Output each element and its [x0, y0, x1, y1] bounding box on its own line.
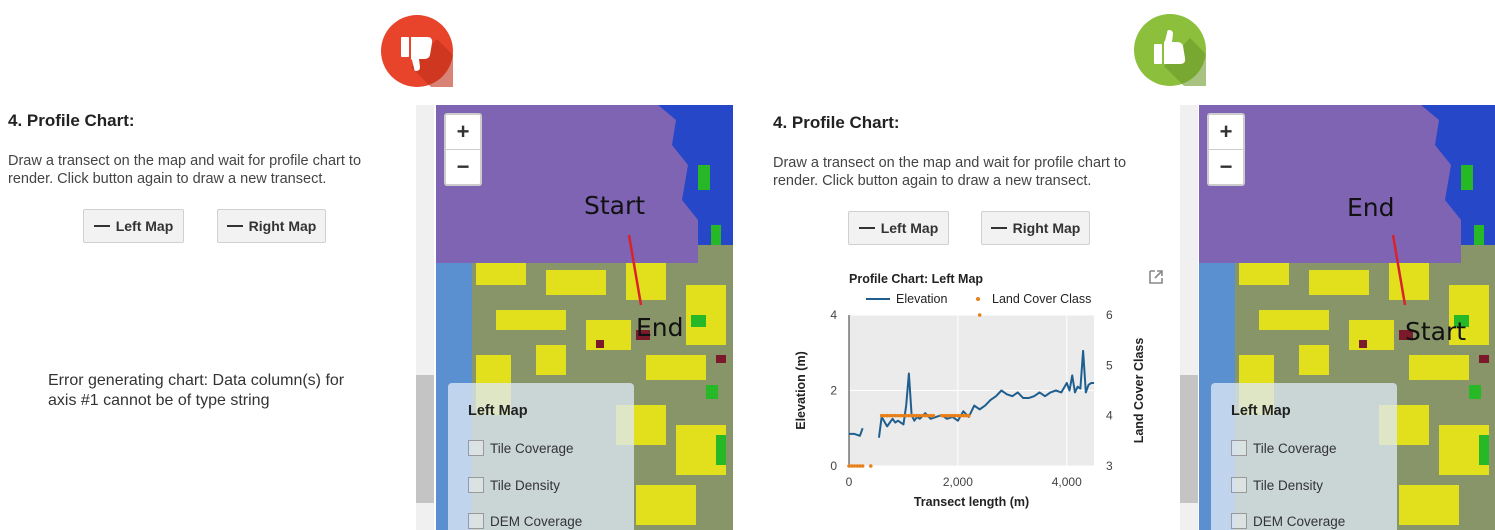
legend-item-label: DEM Coverage	[1253, 513, 1346, 529]
x-tick-label: 4,000	[1052, 475, 1082, 489]
layer-legend: Left Map Tile Coverage Tile Density DEM …	[1211, 383, 1397, 530]
checkbox[interactable]	[468, 477, 484, 493]
x-axis-title: Transect length (m)	[914, 495, 1029, 509]
legend-item-dem-coverage[interactable]: DEM Coverage	[1231, 513, 1345, 529]
y-tick-label: 0	[830, 459, 837, 473]
land-cover-point	[860, 464, 865, 468]
transect-start-label: Start	[584, 191, 646, 220]
y2-axis-title: Land Cover Class	[1132, 338, 1146, 444]
transect-start-label: Start	[1405, 317, 1467, 346]
legend-item-label: Tile Coverage	[490, 440, 574, 456]
x-tick-label: 2,000	[943, 475, 973, 489]
y2-tick-label: 5	[1106, 358, 1113, 372]
open-in-new-icon[interactable]	[1147, 268, 1165, 286]
panel-title: 4. Profile Chart:	[8, 111, 135, 130]
zoom-out-button[interactable]: −	[1209, 149, 1243, 184]
right-map-button[interactable]: Right Map	[981, 211, 1090, 245]
right-map[interactable]: + − End Start Left Map Tile Coverage Til…	[1199, 105, 1495, 530]
checkbox[interactable]	[1231, 477, 1247, 493]
land-cover-point	[966, 413, 971, 418]
panel-title: 4. Profile Chart:	[773, 113, 900, 132]
line-icon	[93, 225, 110, 227]
y2-tick-label: 6	[1106, 308, 1113, 322]
checkbox[interactable]	[468, 513, 484, 529]
right-map-button[interactable]: Right Map	[217, 209, 326, 243]
chart-error-message: Error generating chart: Data column(s) f…	[48, 372, 345, 409]
y-tick-label: 2	[830, 384, 837, 398]
zoom-in-button[interactable]: +	[446, 115, 480, 149]
left-map[interactable]: + − Start End Left Map Tile Coverage Til…	[436, 105, 733, 530]
y-axis-title: Elevation (m)	[794, 351, 808, 430]
scrollbar-thumb[interactable]	[416, 375, 434, 503]
line-icon	[990, 227, 1007, 229]
zoom-control: + −	[444, 113, 482, 186]
line-icon	[226, 225, 243, 227]
legend-item-label: Tile Density	[490, 477, 561, 493]
land-cover-point	[868, 464, 873, 468]
legend-item-label: Tile Density	[1253, 477, 1324, 493]
legend-item-tile-density[interactable]: Tile Density	[468, 477, 560, 493]
scrollbar[interactable]	[416, 105, 434, 530]
right-map-button-label: Right Map	[1012, 220, 1081, 236]
left-map-button-label: Left Map	[880, 220, 939, 236]
legend-item-label: DEM Coverage	[490, 513, 583, 529]
checkbox[interactable]	[1231, 440, 1247, 456]
y-tick-label: 4	[830, 308, 837, 322]
right-map-button-label: Right Map	[248, 218, 317, 234]
legend-item-tile-density[interactable]: Tile Density	[1231, 477, 1323, 493]
chart-title: Profile Chart: Left Map	[849, 272, 984, 286]
profile-chart: 0 2,000 4,000 0 2 4 3 4 5 6 Transect length (m) Ele…	[794, 308, 1146, 509]
legend-title: Left Map	[468, 403, 528, 419]
panel-description: Draw a transect on the map and wait for …	[773, 155, 1127, 189]
scrollbar[interactable]	[1180, 105, 1198, 530]
thumbs-up-icon	[1134, 14, 1206, 86]
zoom-out-button[interactable]: −	[446, 149, 480, 184]
layer-legend: Left Map Tile Coverage Tile Density DEM …	[448, 383, 634, 530]
thumbs-down-icon	[381, 15, 453, 87]
legend-item-tile-coverage[interactable]: Tile Coverage	[468, 440, 574, 456]
checkbox[interactable]	[1231, 513, 1247, 529]
legend-item-dem-coverage[interactable]: DEM Coverage	[468, 513, 582, 529]
transect-end-label: End	[1347, 193, 1395, 222]
legend-title: Left Map	[1231, 403, 1291, 419]
land-cover-point	[931, 413, 936, 418]
transect-end-label: End	[636, 313, 684, 342]
legend-item-tile-coverage[interactable]: Tile Coverage	[1231, 440, 1337, 456]
panel-description: Draw a transect on the map and wait for …	[8, 153, 362, 187]
legend-item-label: Tile Coverage	[1253, 440, 1337, 456]
y2-tick-label: 3	[1106, 459, 1113, 473]
zoom-control: + −	[1207, 113, 1245, 186]
land-cover-point	[977, 313, 982, 317]
x-tick-label: 0	[846, 475, 853, 489]
scrollbar-thumb[interactable]	[1180, 375, 1198, 503]
y2-tick-label: 4	[1106, 409, 1113, 423]
left-map-button[interactable]: Left Map	[83, 209, 184, 243]
zoom-in-button[interactable]: +	[1209, 115, 1243, 149]
left-map-button[interactable]: Left Map	[848, 211, 949, 245]
left-map-button-label: Left Map	[115, 218, 174, 234]
checkbox[interactable]	[468, 440, 484, 456]
line-icon	[858, 227, 875, 229]
